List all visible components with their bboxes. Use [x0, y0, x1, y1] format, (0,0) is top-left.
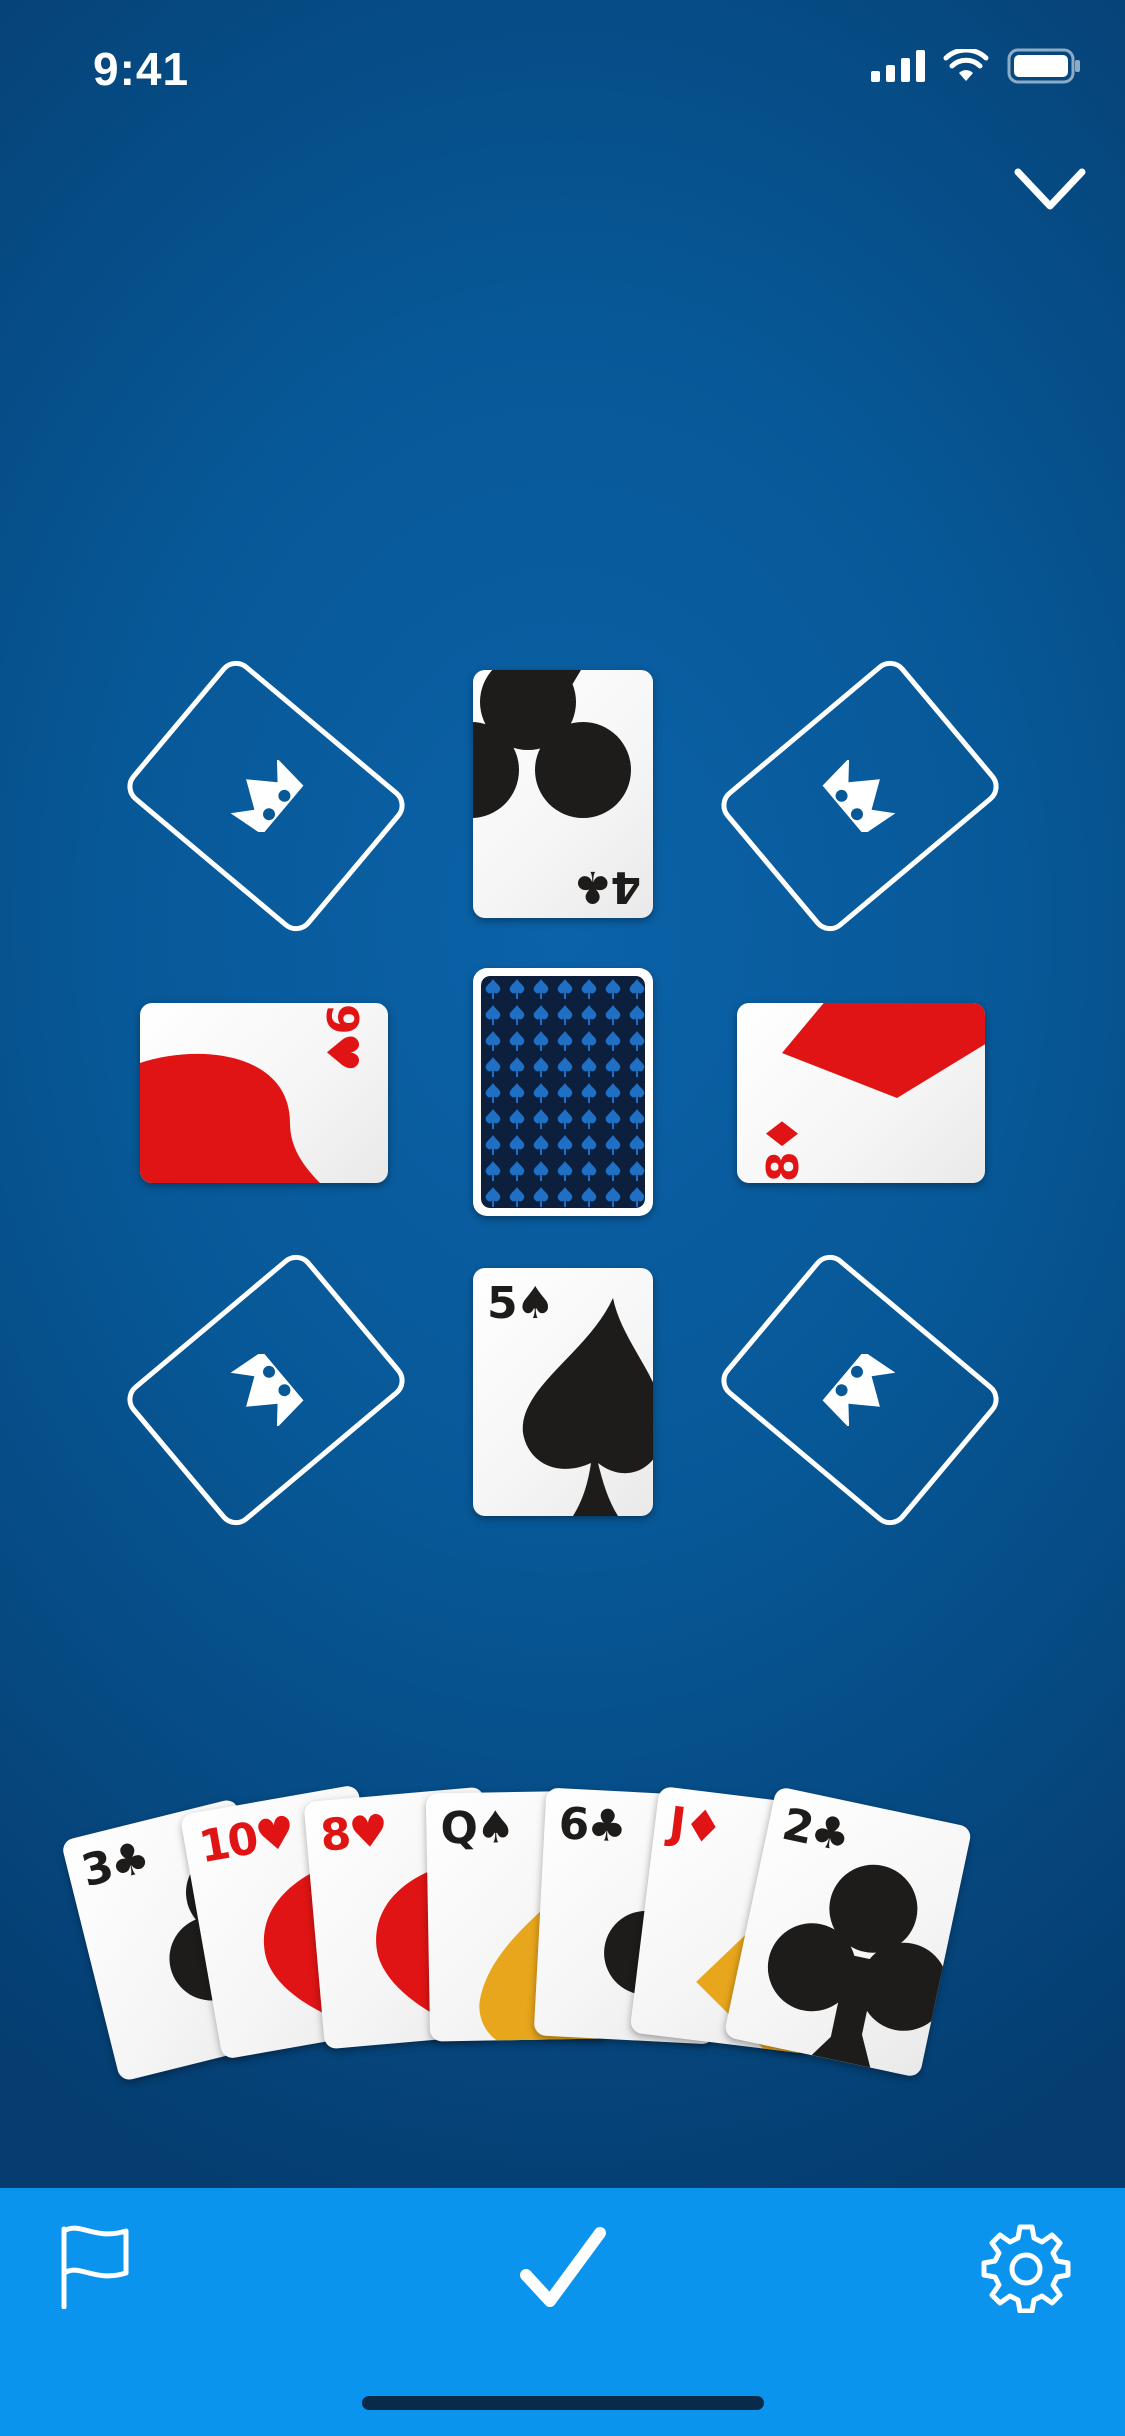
status-icons: [871, 48, 1081, 84]
card-back-pattern: [481, 976, 645, 1208]
home-indicator[interactable]: [362, 2396, 764, 2410]
crown-icon: [822, 1354, 896, 1426]
status-bar: 9:41: [0, 0, 1125, 140]
pile-left-card[interactable]: 9♥: [140, 1003, 388, 1183]
confirm-button[interactable]: [510, 2218, 616, 2318]
card-rank: 5♠: [487, 1278, 555, 1329]
card-rank: 9♥: [315, 1003, 367, 1071]
card-rank: 2♣: [777, 1798, 854, 1863]
foundation-slot-top-left[interactable]: [122, 652, 410, 940]
foundation-slot-bottom-left[interactable]: [122, 1246, 410, 1534]
checkmark-icon: [520, 2227, 606, 2307]
hand: 3♣ 10♥ 8♥ Q♠ 6♣ J♦ 2♣: [0, 1780, 1125, 2110]
flag-icon: [61, 2225, 129, 2309]
pile-right-card[interactable]: 8♦: [737, 1003, 985, 1183]
foundation-slot-bottom-right[interactable]: [716, 1246, 1004, 1534]
pile-bottom-card[interactable]: 5♠: [473, 1268, 653, 1516]
card-rank: 8♥: [318, 1805, 389, 1862]
wifi-icon: [943, 49, 989, 81]
card-rank: Q♠: [440, 1802, 514, 1855]
battery-icon: [1007, 48, 1080, 84]
crown-icon: [822, 760, 896, 832]
chevron-down-icon[interactable]: [1012, 162, 1088, 218]
status-time: 9:41: [93, 43, 190, 95]
foundation-slot-top-right[interactable]: [716, 652, 1004, 940]
card-rank: 4♣: [574, 861, 641, 912]
stock-pile[interactable]: [473, 968, 653, 1216]
crown-icon: [230, 760, 304, 832]
card-rank: J♦: [666, 1797, 724, 1855]
card-rank: 6♣: [557, 1798, 627, 1853]
gear-icon: [981, 2224, 1071, 2313]
card-rank: 8♦: [758, 1115, 810, 1183]
pile-top-card[interactable]: 4♣: [473, 670, 653, 918]
settings-button[interactable]: [978, 2220, 1074, 2316]
surrender-button[interactable]: [46, 2218, 142, 2314]
crown-icon: [230, 1354, 304, 1426]
signal-icon: [871, 50, 925, 82]
